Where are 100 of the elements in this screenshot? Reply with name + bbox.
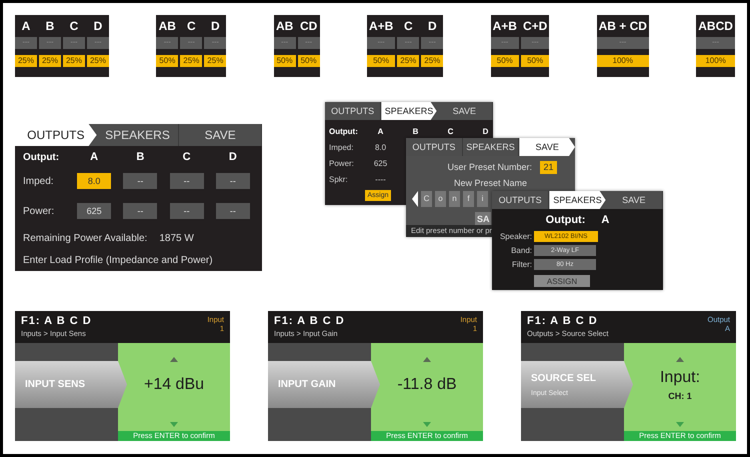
- channel-label: AB: [158, 18, 177, 35]
- power-share: 25%: [204, 55, 226, 67]
- value-field[interactable]: 625: [77, 203, 112, 219]
- value-field[interactable]: --: [170, 173, 204, 189]
- channel-label: A+B: [368, 18, 394, 35]
- value-display: Input:: [660, 369, 700, 387]
- power-share: 50%: [156, 55, 178, 67]
- assign-button[interactable]: ASSIGN: [534, 275, 590, 287]
- remaining-power-label: Remaining Power Available:: [23, 232, 148, 244]
- power-share: 25%: [87, 55, 109, 67]
- tab[interactable]: SAVE: [436, 102, 493, 120]
- character-field[interactable]: C: [421, 191, 432, 207]
- channel-heading: C: [446, 126, 454, 136]
- tab[interactable]: OUTPUTS: [15, 124, 97, 146]
- character-field[interactable]: f: [463, 191, 474, 207]
- screen-title: F1: A B C D: [21, 315, 92, 329]
- channel-heading: D: [228, 151, 238, 163]
- up-arrow-icon: [423, 357, 431, 362]
- menu-item-label: SOURCE SEL: [531, 372, 598, 384]
- value-field[interactable]: --: [216, 203, 250, 219]
- channel-label: D: [92, 18, 104, 35]
- left-arrow-icon[interactable]: [412, 191, 418, 207]
- row-label: Spkr:: [329, 174, 349, 184]
- power-share: 50%: [298, 55, 320, 67]
- value-field[interactable]: 8.0: [77, 173, 112, 189]
- row-value: 8.0: [374, 142, 388, 152]
- screen-title: F1: A B C D: [274, 315, 345, 329]
- value-field[interactable]: --: [123, 203, 158, 219]
- down-arrow-icon: [423, 422, 431, 427]
- channel-heading: B: [135, 151, 146, 163]
- value-field[interactable]: --: [123, 173, 158, 189]
- channel-heading: D: [482, 126, 490, 136]
- channel-label: A: [20, 18, 32, 35]
- row-label: Output:: [329, 126, 359, 136]
- channel-label: C: [68, 18, 80, 35]
- channel-heading: A: [376, 126, 384, 136]
- tab[interactable]: SPEAKERS: [549, 191, 606, 209]
- channel-label: B: [44, 18, 56, 35]
- tab[interactable]: OUTPUTS: [406, 138, 463, 156]
- down-arrow-icon: [676, 422, 684, 427]
- channel-label: ABCD: [697, 18, 734, 35]
- preset-number-field[interactable]: 21: [540, 160, 557, 174]
- character-field[interactable]: i: [477, 191, 488, 207]
- channel-heading: B: [412, 126, 420, 136]
- channel-label: D: [426, 18, 438, 35]
- row-label: Imped:: [329, 142, 354, 152]
- tab[interactable]: SPEAKERS: [96, 124, 180, 146]
- tab[interactable]: SAVE: [179, 124, 262, 146]
- field-label: Filter:: [511, 260, 532, 268]
- power-share: 50%: [274, 55, 296, 67]
- hint-text: Enter Load Profile (Impedance and Power): [23, 254, 214, 268]
- tab[interactable]: SAVE: [606, 191, 663, 209]
- channel-label: CD: [298, 18, 318, 35]
- preset-number-label: User Preset Number:: [447, 162, 532, 172]
- character-field[interactable]: o: [435, 191, 446, 207]
- field-label: Band:: [510, 246, 532, 254]
- menu-item-label: INPUT GAIN: [278, 379, 337, 390]
- power-share: 50%: [490, 55, 519, 67]
- channel-heading: C: [182, 151, 192, 163]
- preset-name-label: New Preset Name: [452, 177, 528, 190]
- channel-label: C+D: [522, 18, 548, 35]
- tab[interactable]: SAVE: [519, 138, 576, 156]
- channel-label: C: [186, 18, 197, 35]
- down-arrow-icon: [170, 422, 178, 427]
- value-field[interactable]: --: [170, 203, 204, 219]
- power-share: 25%: [180, 55, 202, 67]
- power-share: 25%: [63, 55, 85, 67]
- remaining-power-value: 1875 W: [159, 232, 194, 244]
- save-button[interactable]: SA: [475, 212, 491, 225]
- output-label: Output:: [546, 214, 586, 226]
- power-share: 25%: [15, 55, 37, 67]
- row-label: Power:: [329, 158, 355, 168]
- value-display: +14 dBu: [144, 376, 204, 394]
- row-label: Imped:: [23, 176, 55, 186]
- power-share: 100%: [596, 55, 649, 67]
- row-value: ----: [374, 174, 387, 184]
- output-value: A: [601, 214, 610, 226]
- channel-heading: A: [89, 151, 100, 163]
- value-display: -11.8 dB: [397, 376, 457, 394]
- power-share: 25%: [397, 55, 420, 67]
- power-share: 50%: [520, 55, 550, 67]
- menu-item-label: INPUT SENS: [25, 379, 86, 390]
- power-share: 100%: [696, 55, 735, 67]
- channel-label: AB + CD: [598, 18, 648, 35]
- channel-label: AB: [274, 18, 294, 35]
- character-field[interactable]: n: [449, 191, 460, 207]
- row-label: Output:: [23, 152, 60, 162]
- power-share: 50%: [366, 55, 396, 67]
- channel-label: A+B: [492, 18, 518, 35]
- row-label: Power:: [23, 206, 56, 216]
- screen-title: F1: A B C D: [527, 315, 598, 329]
- channel-label: C: [402, 18, 414, 35]
- up-arrow-icon: [170, 357, 178, 362]
- power-share: 25%: [421, 55, 444, 67]
- channel-label: D: [210, 18, 221, 35]
- value-subtitle: CH: 1: [668, 391, 692, 401]
- up-arrow-icon: [676, 357, 684, 362]
- power-share: 25%: [39, 55, 61, 67]
- value-field[interactable]: --: [216, 173, 250, 189]
- tab[interactable]: SPEAKERS: [381, 102, 437, 120]
